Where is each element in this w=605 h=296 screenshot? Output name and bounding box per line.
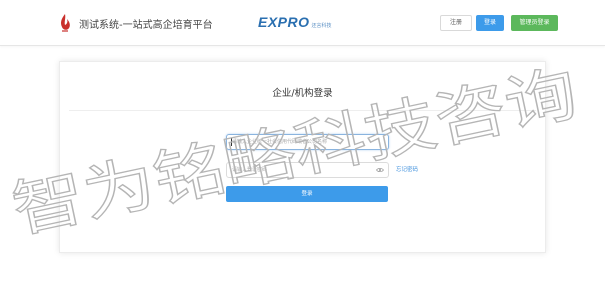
- header-login-button[interactable]: 登录: [476, 15, 504, 31]
- account-input[interactable]: [227, 135, 388, 149]
- title-divider: [69, 110, 536, 111]
- login-submit-button[interactable]: 登录: [226, 186, 388, 202]
- expro-logo: EXPRO 还言科技: [258, 14, 332, 30]
- eye-icon[interactable]: [376, 167, 384, 173]
- top-header: 测试系统-一站式高企培育平台 EXPRO 还言科技 注册 登录 管理员登录: [0, 0, 605, 46]
- flame-logo-icon: [61, 14, 70, 32]
- login-card: 企业/机构登录 忘记密码 登录: [59, 61, 546, 253]
- login-card-title: 企业/机构登录: [272, 88, 333, 99]
- expro-logo-subtext: 还言科技: [311, 23, 332, 29]
- forgot-password-link[interactable]: 忘记密码: [396, 165, 418, 173]
- account-field[interactable]: [226, 134, 389, 150]
- admin-login-button[interactable]: 管理员登录: [511, 15, 558, 31]
- password-input[interactable]: [227, 163, 388, 177]
- password-field[interactable]: [226, 162, 389, 178]
- register-button[interactable]: 注册: [440, 15, 472, 31]
- expro-logo-text: EXPRO: [258, 14, 310, 30]
- site-title: 测试系统-一站式高企培育平台: [79, 20, 213, 31]
